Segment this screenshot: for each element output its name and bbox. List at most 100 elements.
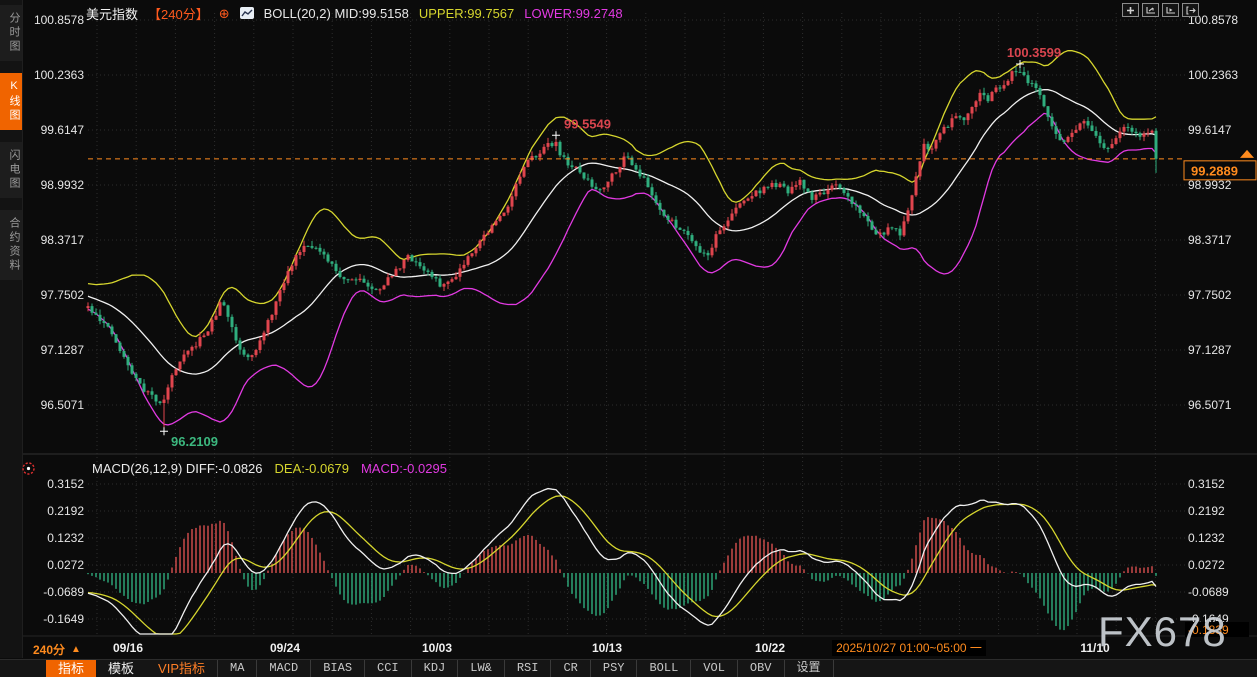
toolbar-vip-indicator-button[interactable]: VIP指标 — [146, 660, 217, 677]
candle-body — [222, 302, 226, 306]
candle-body — [1062, 140, 1066, 142]
toolbar-kdj-button[interactable]: KDJ — [412, 660, 459, 677]
candle-body — [634, 165, 638, 170]
macd-axis-label-left: 0.3152 — [47, 477, 84, 491]
candle-body — [502, 212, 506, 216]
candle-body — [170, 375, 174, 388]
date-axis-label: 10/03 — [422, 641, 452, 655]
sidebar-tab-kline[interactable]: K线图 — [0, 73, 22, 130]
price-axis-label-right: 98.9932 — [1188, 178, 1232, 192]
toolbar-boll-button[interactable]: BOLL — [637, 660, 692, 677]
candle-body — [138, 377, 142, 384]
sidebar-tab-timeline[interactable]: 分时图 — [0, 5, 22, 61]
macd-axis-label-left: -0.1649 — [43, 612, 84, 626]
toolbar-lw-button[interactable]: LW& — [458, 660, 505, 677]
sidebar-tab-contract-info[interactable]: 合约资料 — [0, 210, 22, 280]
candle-body — [1118, 131, 1122, 139]
macd-diff-readout: MACD(26,12,9) DIFF:-0.0826 — [92, 461, 263, 476]
timeframe-selector[interactable]: 240分 ▲ — [33, 641, 81, 658]
candle-body — [250, 355, 254, 358]
candle-body — [254, 350, 258, 356]
candle-body — [726, 220, 730, 227]
candle-body — [626, 156, 630, 158]
macd-settings-icon[interactable] — [21, 461, 36, 476]
candle-body — [486, 232, 490, 235]
candle-body — [130, 365, 134, 374]
toolbar-rsi-button[interactable]: RSI — [505, 660, 552, 677]
price-axis-label-right: 96.5071 — [1188, 398, 1232, 412]
candle-body — [330, 261, 334, 264]
chart-svg[interactable]: 99.2889 99.5549 100.3599 96.2109 100.8578 100… — [0, 0, 1257, 658]
candle-body — [870, 221, 874, 230]
toolbar-bias-button[interactable]: BIAS — [311, 660, 366, 677]
candle-body — [866, 215, 870, 222]
boll-lower-readout: LOWER:99.2748 — [524, 5, 623, 21]
macd-axis-label-right: 0.0272 — [1188, 558, 1225, 572]
candle-body — [106, 322, 110, 327]
candle-body — [758, 190, 762, 194]
price-annotation: 96.2109 — [171, 434, 218, 449]
scale-axis-icon[interactable] — [1142, 3, 1159, 17]
candle-body — [670, 219, 674, 221]
candle-body — [1018, 71, 1022, 73]
candle-body — [94, 312, 98, 315]
toolbar-ma-button[interactable]: MA — [217, 660, 258, 677]
boll-chart-icon[interactable] — [239, 7, 254, 19]
candle-body — [1146, 132, 1150, 134]
toolbar-cci-button[interactable]: CCI — [365, 660, 412, 677]
candle-body — [558, 141, 562, 156]
candle-body — [666, 215, 670, 220]
candle-body — [246, 354, 250, 358]
toolbar-cr-button[interactable]: CR — [551, 660, 591, 677]
candle-body — [734, 207, 738, 214]
candle-body — [1066, 136, 1070, 142]
candle-body — [1110, 144, 1114, 149]
boll-upper-readout: UPPER:99.7567 — [418, 5, 515, 21]
candle-body — [370, 286, 374, 289]
candle-body — [542, 146, 546, 154]
sidebar-tab-flash[interactable]: 闪电图 — [0, 142, 22, 198]
grid — [22, 13, 1257, 637]
candle-body — [526, 160, 530, 168]
toolbar-settings-button[interactable]: 设置 — [785, 660, 834, 677]
price-axis-label-left: 97.1287 — [41, 343, 85, 357]
candle-body — [402, 259, 406, 269]
highlighted-bar-time-text: 2025/10/27 01:00~05:00 一 — [836, 641, 982, 655]
boll-readout: BOLL(20,2) MID:99.5158 — [263, 5, 409, 21]
candle-body — [122, 351, 126, 357]
price-axis-label-left: 98.3717 — [41, 233, 85, 247]
candle-body — [178, 361, 182, 370]
candle-body — [766, 186, 770, 188]
candle-body — [594, 186, 598, 190]
trading-app-window: 99.2889 99.5549 100.3599 96.2109 100.8578 100… — [0, 0, 1257, 677]
candle-body — [802, 179, 806, 189]
toolbar-macd-button[interactable]: MACD — [257, 660, 312, 677]
candle-body — [754, 190, 758, 197]
candle-body — [470, 253, 474, 257]
candle-body — [162, 399, 166, 403]
toolbar-template-button[interactable]: 模板 — [96, 660, 146, 677]
candle-body — [658, 202, 662, 210]
toolbar-vol-button[interactable]: VOL — [691, 660, 738, 677]
toolbar-psy-button[interactable]: PSY — [591, 660, 638, 677]
candle-body — [718, 230, 722, 235]
candle-body — [306, 245, 310, 247]
candle-body — [910, 195, 914, 211]
candle-body — [258, 340, 262, 351]
pan-icon[interactable] — [1122, 3, 1139, 17]
indicator-toggle-icon[interactable]: ⊕ — [219, 7, 230, 20]
candle-body — [546, 143, 550, 147]
candle-body — [714, 234, 718, 248]
candle-body — [850, 196, 854, 204]
toolbar-indicator-button[interactable]: 指标 — [46, 660, 97, 677]
candle-body — [638, 169, 642, 177]
candle-body — [994, 87, 998, 92]
candle-body — [602, 187, 606, 190]
exit-icon[interactable] — [1182, 3, 1199, 17]
toolbar-obv-button[interactable]: OBV — [738, 660, 785, 677]
candle-body — [238, 340, 242, 350]
candle-body — [650, 187, 654, 196]
candle-body — [794, 185, 798, 187]
playback-icon[interactable] — [1162, 3, 1179, 17]
candle-body — [894, 228, 898, 230]
